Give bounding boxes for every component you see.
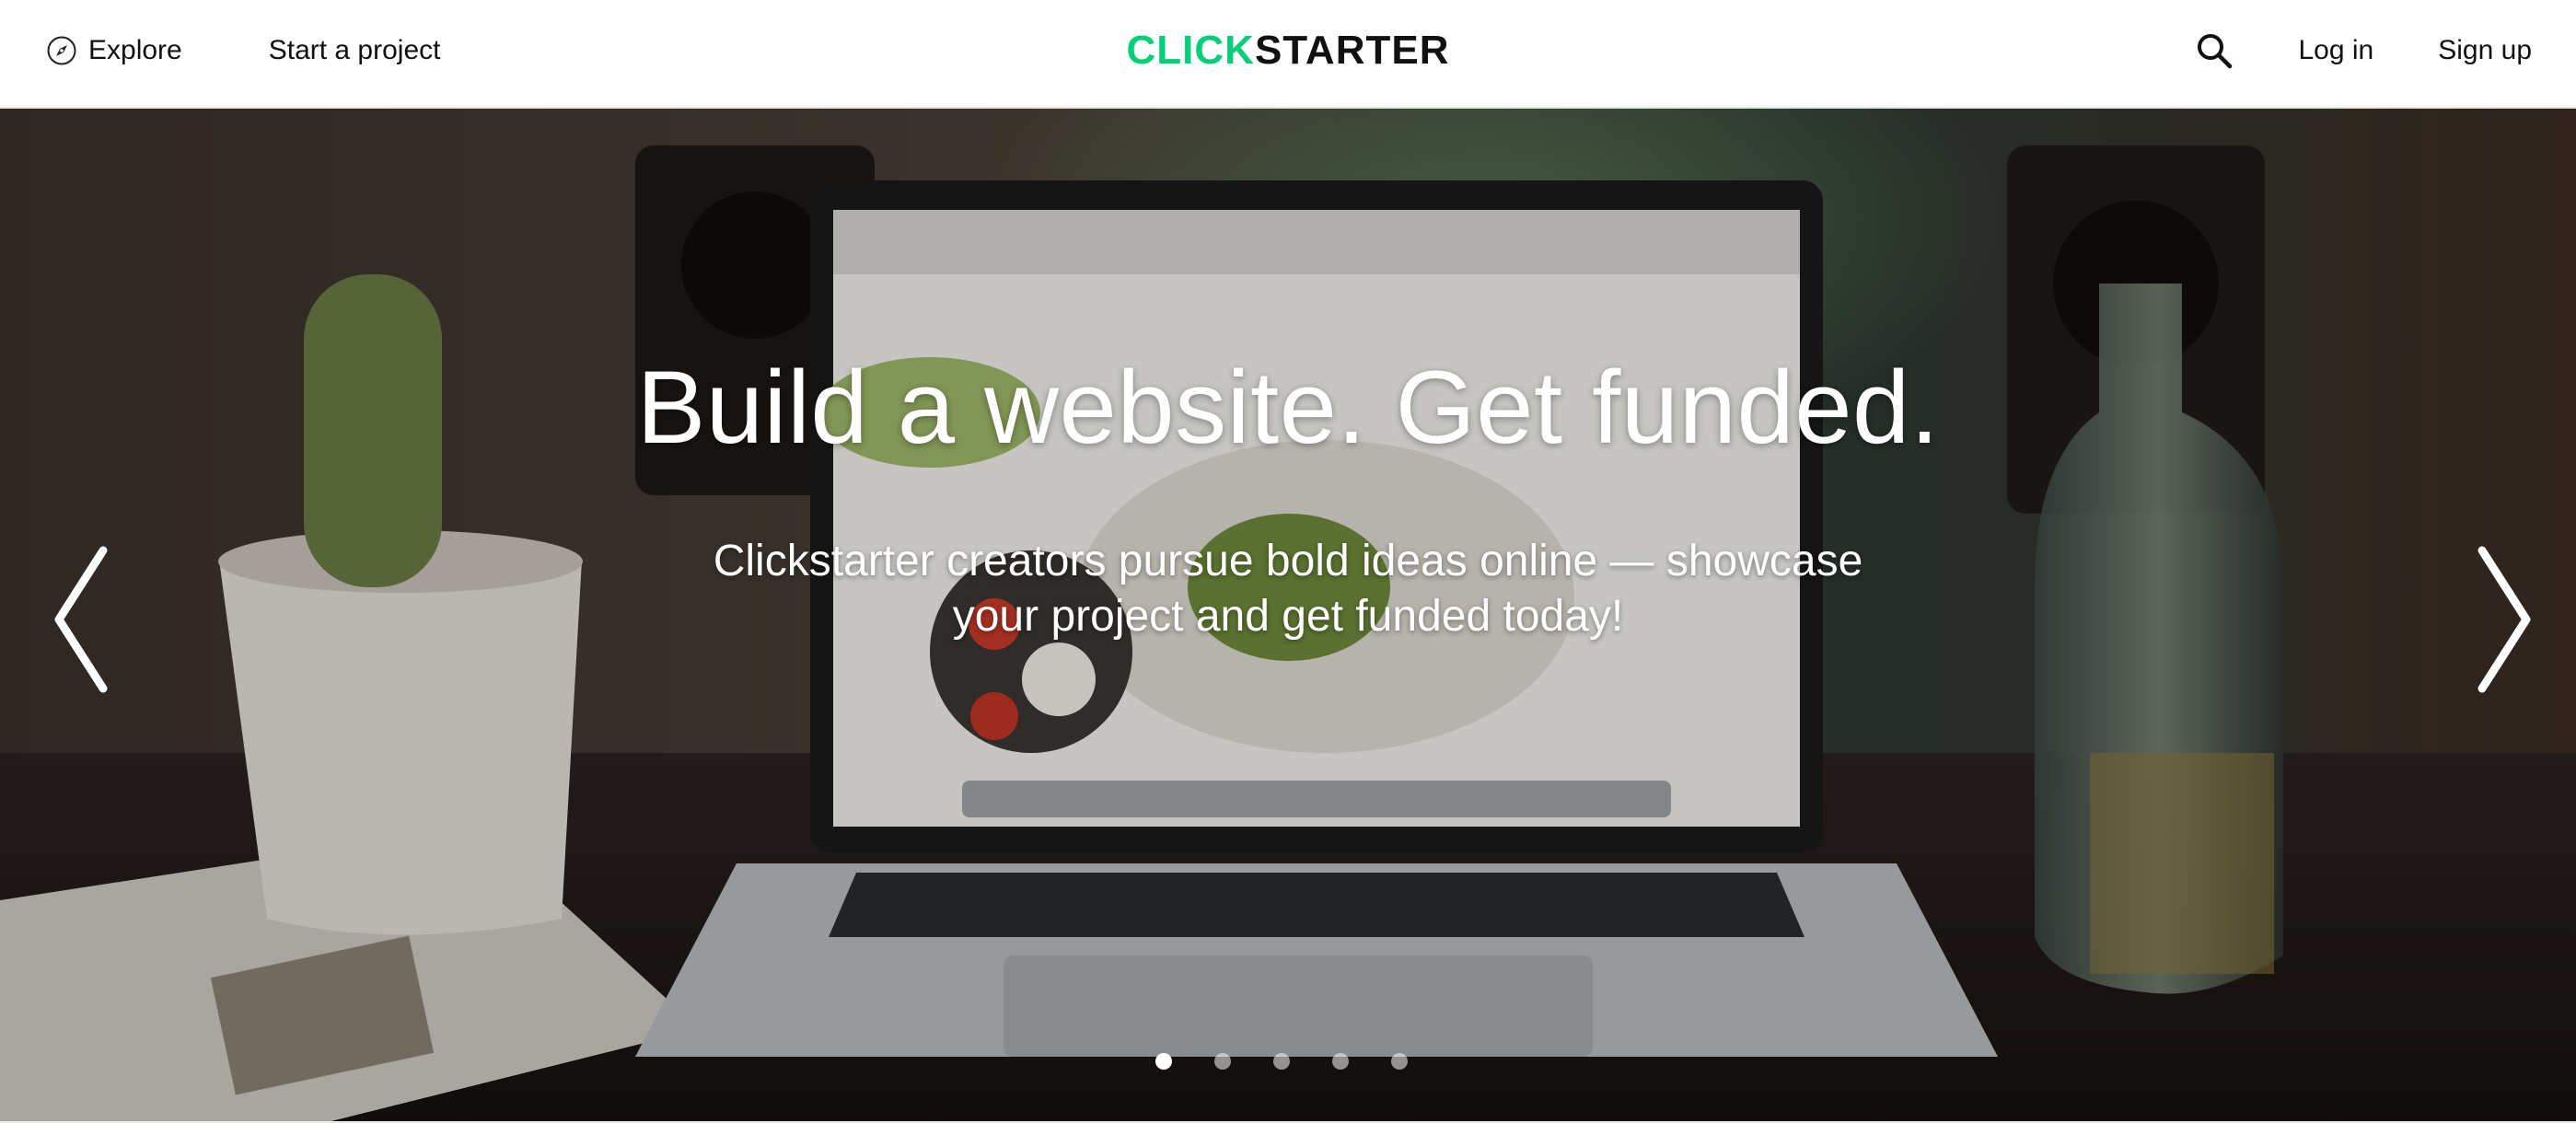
carousel-pagination — [1155, 1053, 1408, 1070]
account-nav: Log in Sign up — [2194, 0, 2532, 101]
carousel-dot[interactable] — [1273, 1053, 1290, 1070]
start-project-link[interactable]: Start a project — [269, 35, 441, 66]
explore-label: Explore — [88, 35, 182, 65]
login-link[interactable]: Log in — [2299, 35, 2374, 66]
hero-title: Build a website. Get funded. — [636, 350, 1940, 465]
hero-carousel: Build a website. Get funded. Clickstarte… — [0, 109, 2576, 1121]
carousel-dot[interactable] — [1214, 1053, 1231, 1070]
search-icon[interactable] — [2194, 30, 2234, 71]
carousel-dot[interactable] — [1332, 1053, 1349, 1070]
chevron-right-icon[interactable] — [2466, 541, 2539, 698]
logo-part-click: CLICK — [1126, 28, 1255, 73]
logo-part-starter: STARTER — [1254, 28, 1450, 73]
primary-nav: Explore Start a project — [46, 0, 440, 101]
site-logo[interactable]: CLICKSTARTER — [1127, 28, 1450, 74]
compass-icon — [47, 36, 76, 65]
carousel-dot[interactable] — [1391, 1053, 1408, 1070]
chevron-left-icon[interactable] — [46, 541, 120, 698]
signup-link[interactable]: Sign up — [2438, 35, 2532, 66]
hero-subtitle: Clickstarter creators pursue bold ideas … — [713, 537, 1863, 641]
carousel-dot[interactable] — [1155, 1053, 1172, 1070]
site-header: Explore Start a project CLICKSTARTER Log… — [0, 0, 2576, 109]
explore-link[interactable]: Explore — [46, 35, 182, 66]
